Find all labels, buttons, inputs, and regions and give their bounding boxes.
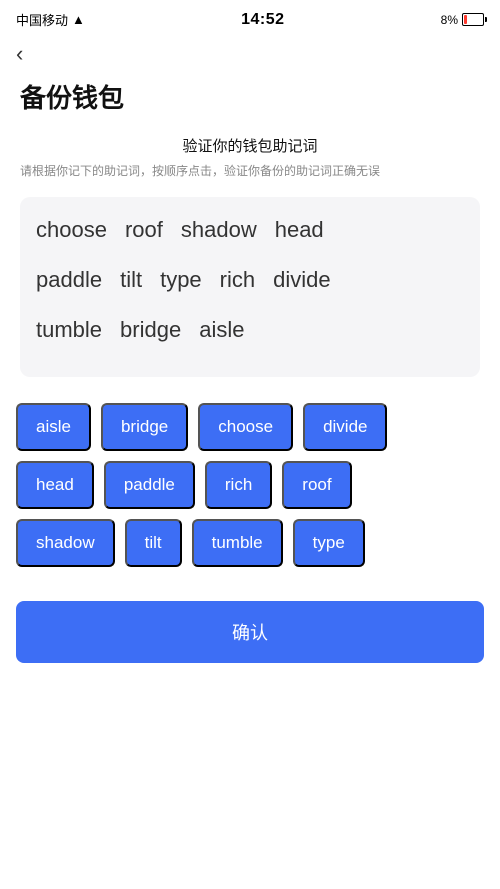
chip-aisle[interactable]: aisle [16,403,91,451]
word-aisle: aisle [199,317,244,343]
back-arrow-icon: ‹ [16,41,23,66]
wifi-icon: ▲ [72,12,85,27]
chip-type[interactable]: type [293,519,365,567]
chip-shadow[interactable]: shadow [16,519,115,567]
section-title: 验证你的钱包助记词 [0,135,500,156]
status-left: 中国移动 ▲ [16,10,85,29]
status-bar: 中国移动 ▲ 14:52 8% [0,0,500,35]
word-divide: divide [273,267,330,293]
word-card-row-3: tumble bridge aisle [36,317,464,343]
status-time: 14:52 [241,11,284,29]
word-head: head [275,217,324,243]
word-type: type [160,267,202,293]
word-card-row-1: choose roof shadow head [36,217,464,243]
word-tumble: tumble [36,317,102,343]
chip-tilt[interactable]: tilt [125,519,182,567]
battery-icon [462,13,484,26]
word-tilt: tilt [120,267,142,293]
section-header: 验证你的钱包助记词 请根据你记下的助记词，按顺序点击，验证你备份的助记词正确无误 [0,135,500,181]
battery-fill [464,15,467,24]
chips-row-2: head paddle rich roof [16,461,484,509]
word-bridge: bridge [120,317,181,343]
page-title: 备份钱包 [0,70,500,135]
chip-bridge[interactable]: bridge [101,403,188,451]
chip-choose[interactable]: choose [198,403,293,451]
chip-roof[interactable]: roof [282,461,351,509]
chip-paddle[interactable]: paddle [104,461,195,509]
chip-tumble[interactable]: tumble [192,519,283,567]
section-desc: 请根据你记下的助记词，按顺序点击，验证你备份的助记词正确无误 [0,162,500,181]
chips-row-3: shadow tilt tumble type [16,519,484,567]
word-card: choose roof shadow head paddle tilt type… [20,197,480,377]
battery-percent: 8% [441,13,458,27]
word-shadow: shadow [181,217,257,243]
back-button[interactable]: ‹ [0,35,500,70]
word-rich: rich [220,267,255,293]
chip-rich[interactable]: rich [205,461,272,509]
confirm-button[interactable]: 确认 [16,601,484,663]
word-paddle: paddle [36,267,102,293]
carrier-label: 中国移动 [16,10,68,29]
word-roof: roof [125,217,163,243]
word-card-row-2: paddle tilt type rich divide [36,267,464,293]
word-choose: choose [36,217,107,243]
chips-area: aisle bridge choose divide head paddle r… [0,393,500,587]
chip-divide[interactable]: divide [303,403,387,451]
chip-head[interactable]: head [16,461,94,509]
status-right: 8% [441,13,484,27]
chips-row-1: aisle bridge choose divide [16,403,484,451]
